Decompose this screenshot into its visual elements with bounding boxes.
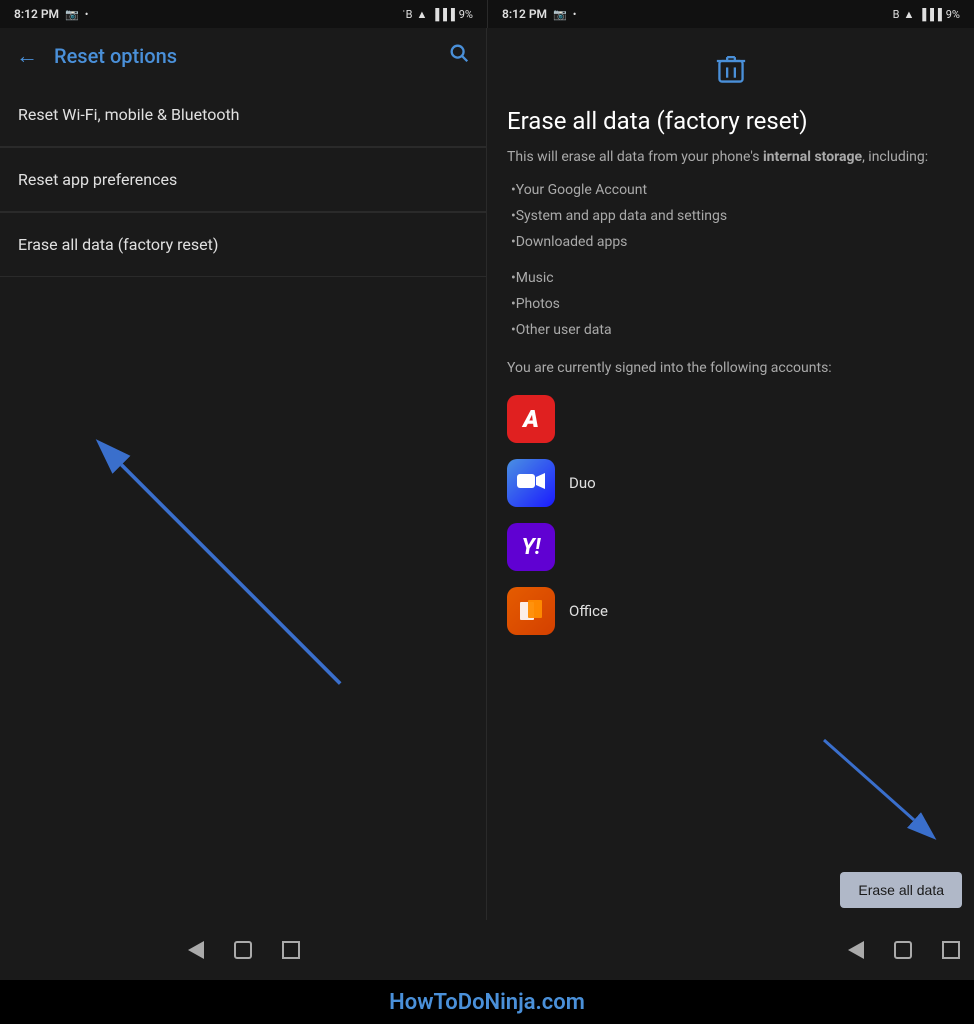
page-title: Reset options xyxy=(54,44,448,68)
right-nav-recents-icon[interactable] xyxy=(942,941,960,959)
left-time: 8:12 PM xyxy=(14,7,59,21)
nav-recents-icon[interactable] xyxy=(282,941,300,959)
right-signal-icon: ▐▐▐ xyxy=(918,8,941,21)
trash-icon xyxy=(715,52,747,95)
menu-item-app-prefs[interactable]: Reset app preferences xyxy=(0,148,486,212)
bullet-list: •Your Google Account •System and app dat… xyxy=(507,182,954,338)
factory-reset-description: This will erase all data from your phone… xyxy=(507,147,954,168)
right-bottom-area: Erase all data xyxy=(487,840,974,920)
right-status-bar: 8:12 PM 📷 • B ▲ ▐▐▐ 9% xyxy=(487,0,974,28)
right-battery-text: 9% xyxy=(946,8,960,21)
right-bluetooth-icon: B xyxy=(893,8,900,21)
right-camera-icon: 📷 xyxy=(553,8,567,21)
account-duo: Duo xyxy=(507,459,954,507)
right-nav-home-icon[interactable] xyxy=(894,941,912,959)
erase-all-data-button[interactable]: Erase all data xyxy=(840,872,962,908)
right-nav-bar xyxy=(487,920,974,980)
nav-home-icon[interactable] xyxy=(234,941,252,959)
left-annotation-area xyxy=(0,277,486,920)
brand-text: HowToDoNinja.com xyxy=(389,990,585,1015)
menu-item-factory-reset[interactable]: Erase all data (factory reset) xyxy=(0,213,486,277)
bullet-1: •Your Google Account xyxy=(507,182,954,198)
brand-bar: HowToDoNinja.com xyxy=(0,980,974,1024)
gap xyxy=(507,260,954,270)
left-battery-text: 9% xyxy=(459,8,473,21)
right-status-icons: B ▲ ▐▐▐ 9% xyxy=(893,8,960,21)
left-status-bar: 8:12 PM 📷 • ʿB ▲ ▐▐▐ 9% xyxy=(0,0,487,28)
left-signal-icon: ▐▐▐ xyxy=(431,8,454,21)
desc-bold: internal storage xyxy=(763,149,862,165)
panel-header: ← Reset options xyxy=(0,28,486,83)
account-adobe: A xyxy=(507,395,954,443)
bullet-4: •Music xyxy=(507,270,954,286)
left-arrow-annotation xyxy=(0,277,486,920)
right-nav-controls xyxy=(848,941,960,959)
desc-suffix: , including: xyxy=(862,149,928,165)
accounts-text: You are currently signed into the follow… xyxy=(507,358,954,379)
search-icon[interactable] xyxy=(448,42,470,69)
left-dot: • xyxy=(85,8,89,21)
adobe-icon: A xyxy=(507,395,555,443)
trash-icon-container xyxy=(507,52,954,95)
left-wifi-icon: ▲ xyxy=(416,8,427,21)
desc-prefix: This will erase all data from your phone… xyxy=(507,149,763,165)
left-bluetooth-icon: ʿB xyxy=(402,8,413,21)
account-yahoo: Y! xyxy=(507,523,954,571)
bullet-5: •Photos xyxy=(507,296,954,312)
status-bars-row: 8:12 PM 📷 • ʿB ▲ ▐▐▐ 9% 8:12 PM 📷 • B ▲ … xyxy=(0,0,974,28)
account-office: Office xyxy=(507,587,954,635)
right-nav-back-icon[interactable] xyxy=(848,941,864,959)
bottom-nav-bar xyxy=(0,920,974,980)
nav-back-icon[interactable] xyxy=(188,941,204,959)
main-content: ← Reset options Reset Wi-Fi, mobile & Bl… xyxy=(0,28,974,920)
left-nav-bar xyxy=(0,920,487,980)
yahoo-icon: Y! xyxy=(507,523,555,571)
right-wifi-icon: ▲ xyxy=(903,8,914,21)
left-panel: ← Reset options Reset Wi-Fi, mobile & Bl… xyxy=(0,28,487,920)
left-status-icons: ʿB ▲ ▐▐▐ 9% xyxy=(402,8,473,21)
nav-controls xyxy=(188,941,300,959)
right-time: 8:12 PM xyxy=(502,7,547,21)
office-icon xyxy=(507,587,555,635)
bullet-3: •Downloaded apps xyxy=(507,234,954,250)
bullet-6: •Other user data xyxy=(507,322,954,338)
right-dot: • xyxy=(573,8,577,21)
menu-item-wifi[interactable]: Reset Wi-Fi, mobile & Bluetooth xyxy=(0,83,486,147)
duo-icon xyxy=(507,459,555,507)
factory-reset-title: Erase all data (factory reset) xyxy=(507,107,954,135)
office-label: Office xyxy=(569,602,608,620)
duo-label: Duo xyxy=(569,474,596,492)
left-camera-icon: 📷 xyxy=(65,8,79,21)
right-panel: Erase all data (factory reset) This will… xyxy=(487,28,974,920)
bullet-2: •System and app data and settings xyxy=(507,208,954,224)
back-button[interactable]: ← xyxy=(16,43,38,69)
right-arrow-annotation xyxy=(764,730,964,870)
right-content: Erase all data (factory reset) This will… xyxy=(487,28,974,840)
